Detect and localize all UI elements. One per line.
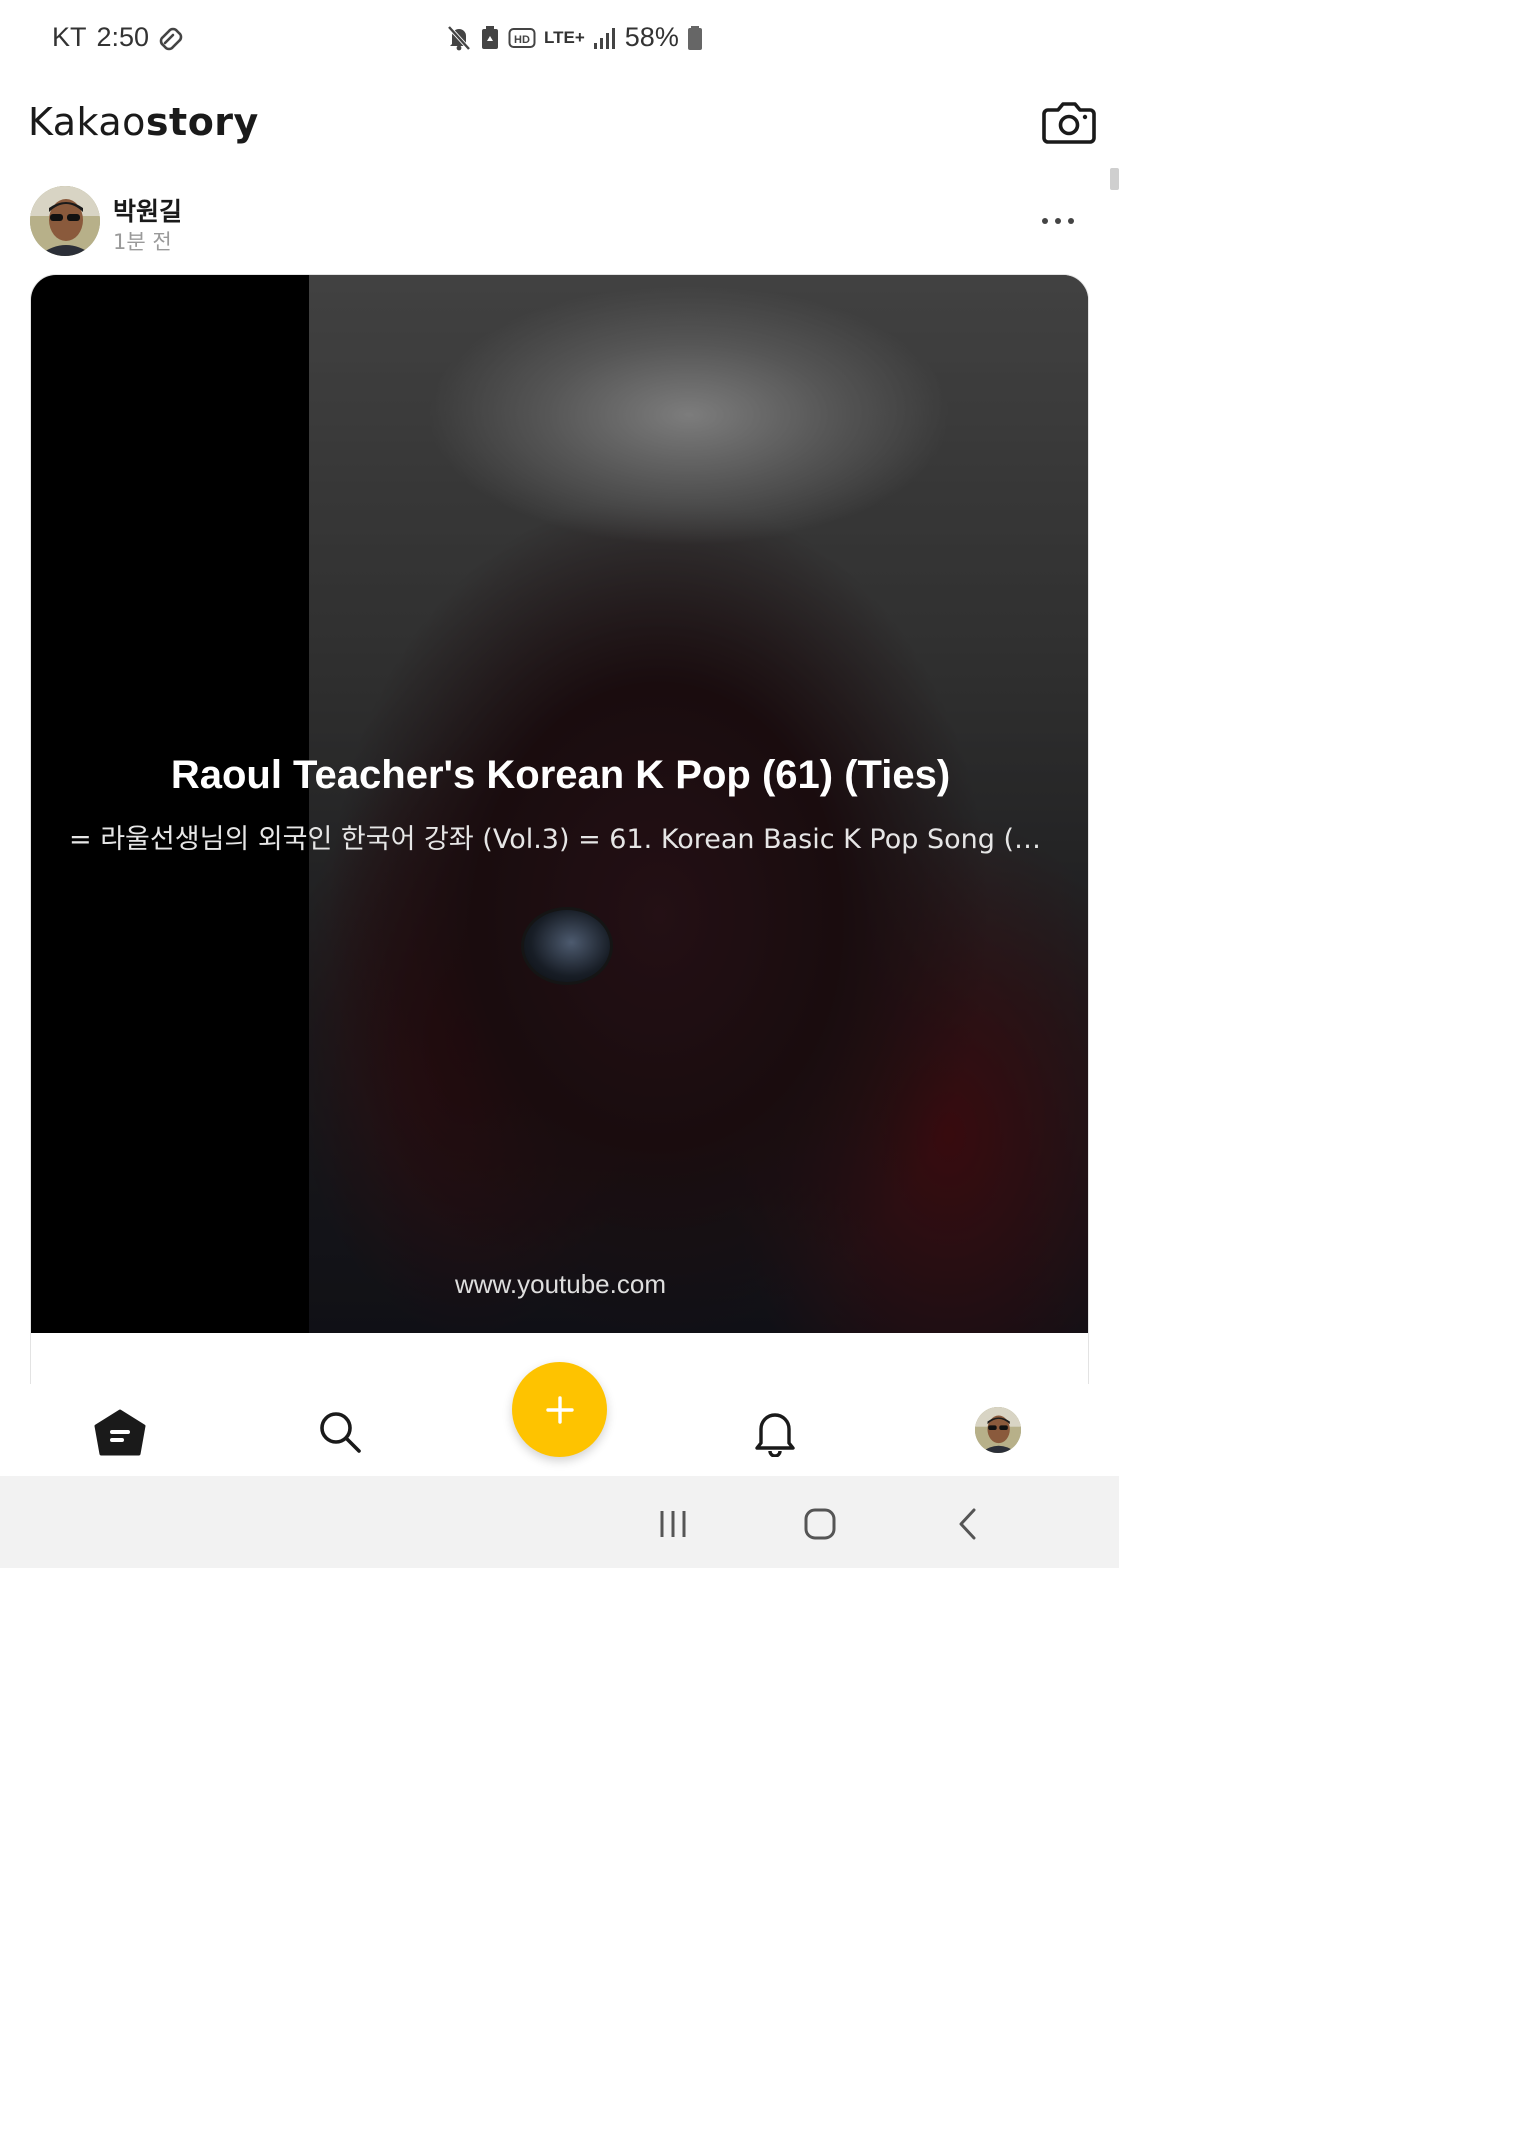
signal-icon — [593, 27, 615, 49]
thumbnail-overlay — [31, 275, 1088, 1333]
battery-percent: 58% — [624, 22, 679, 52]
avatar-image — [30, 186, 100, 256]
bell-icon — [755, 1413, 795, 1457]
battery-icon — [687, 25, 702, 50]
more-dot — [1042, 218, 1048, 224]
mute-icon — [447, 25, 471, 50]
hd-badge-text: HD — [514, 34, 530, 46]
carrier-label: KT — [52, 22, 87, 52]
link-icon — [159, 27, 183, 50]
search-icon — [320, 1412, 361, 1453]
system-nav-bar — [0, 1476, 1119, 1568]
clock: 2:50 — [96, 22, 150, 52]
more-dot — [1068, 218, 1074, 224]
recents-icon — [660, 1511, 686, 1537]
brand-logo-light: Kakao — [28, 100, 146, 144]
link-description: = 라울선생님의 외국인 한국어 강좌 (Vol.3) = 61. Korean… — [69, 824, 1053, 855]
profile-avatar-image — [975, 1407, 1021, 1453]
nav-search[interactable] — [310, 1404, 370, 1460]
nav-home[interactable] — [90, 1404, 150, 1460]
link-source: www.youtube.com — [455, 1269, 666, 1299]
post-header: 박원길 1분 전 — [0, 180, 1119, 266]
post-time: 1분 전 — [113, 230, 172, 254]
home-icon — [94, 1409, 146, 1456]
camera-button[interactable] — [1042, 98, 1096, 146]
brand-logo-bold: story — [145, 100, 259, 144]
app-header: Kakaostory — [0, 78, 1119, 170]
post-card: Raoul Teacher's Korean K Pop (61) (Ties)… — [30, 274, 1089, 1454]
system-home-button[interactable] — [800, 1504, 840, 1544]
nav-notifications[interactable] — [745, 1404, 805, 1460]
back-icon — [959, 1508, 976, 1540]
hd-icon: HD — [508, 27, 536, 48]
link-title: Raoul Teacher's Korean K Pop (61) (Ties) — [170, 753, 951, 797]
battery-saver-icon — [482, 25, 498, 49]
recents-button[interactable] — [653, 1504, 693, 1544]
more-dot — [1055, 218, 1061, 224]
camera-icon — [1042, 102, 1096, 144]
home-button-icon — [804, 1508, 836, 1540]
author-avatar[interactable] — [30, 186, 100, 256]
link-preview[interactable]: Raoul Teacher's Korean K Pop (61) (Ties)… — [31, 275, 1088, 1333]
author-name[interactable]: 박원길 — [113, 192, 182, 228]
status-icons: HD LTE+ 58% — [446, 22, 703, 53]
network-type: LTE+ — [544, 28, 585, 47]
add-icon — [545, 1395, 574, 1424]
back-button[interactable] — [948, 1504, 988, 1544]
add-post-button[interactable] — [512, 1362, 607, 1457]
status-left: KT 2:50 — [52, 22, 185, 53]
more-options-button[interactable] — [1036, 206, 1080, 236]
status-bar: KT 2:50 HD LTE+ 58% — [0, 0, 1119, 78]
nav-profile-avatar[interactable] — [975, 1407, 1021, 1453]
brand-logo[interactable]: Kakaostory — [28, 100, 259, 144]
